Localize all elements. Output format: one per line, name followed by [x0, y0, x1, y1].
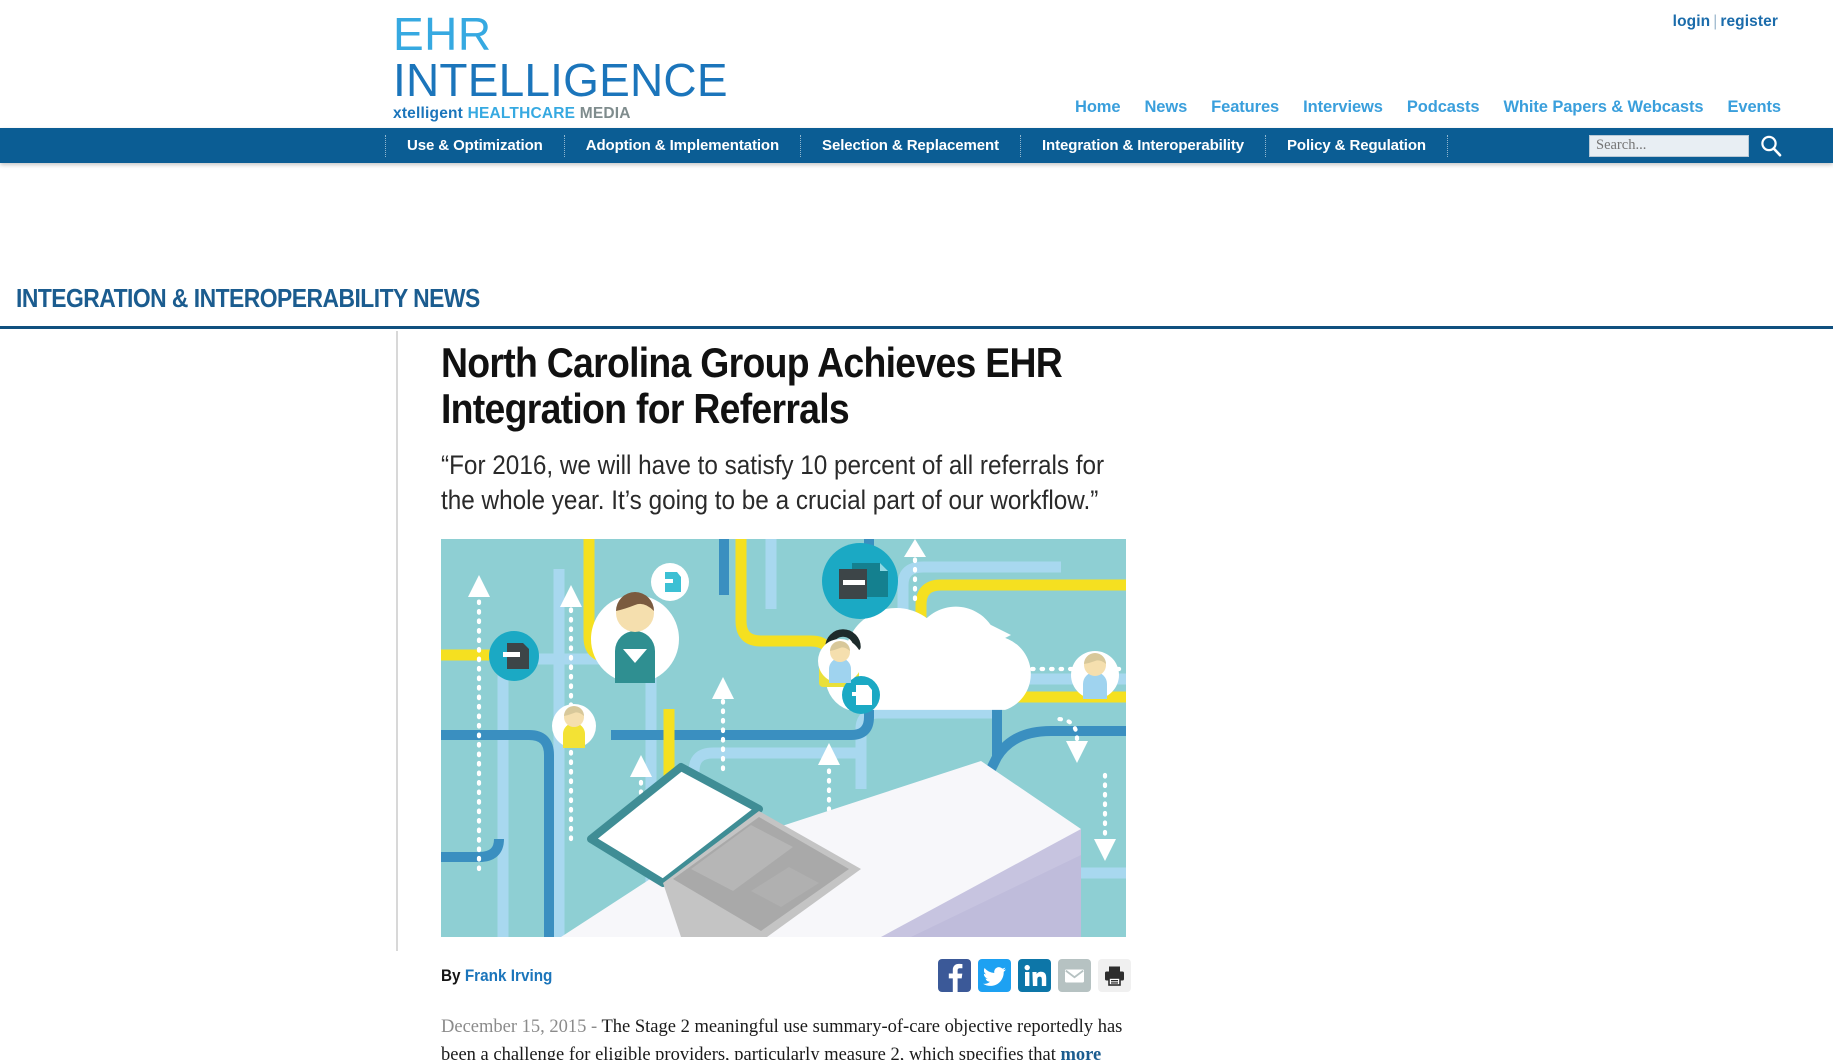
- site-header: EHR INTELLIGENCE xtelligent HEALTHCARE M…: [0, 0, 1833, 128]
- article-date: December 15, 2015: [441, 1016, 587, 1037]
- facebook-icon: [948, 963, 963, 992]
- twitter-icon: [983, 967, 1006, 986]
- register-link[interactable]: register: [1720, 13, 1778, 30]
- mainnav-item-selection-replacement[interactable]: Selection & Replacement: [801, 134, 1021, 157]
- search-icon[interactable]: [1759, 134, 1783, 158]
- logo-tagline-media: MEDIA: [579, 104, 631, 122]
- avatar-small-right: [1071, 650, 1119, 699]
- linkedin-icon: [1024, 964, 1047, 986]
- logo-tagline-healthcare: HEALTHCARE: [467, 104, 576, 122]
- print-icon: [1105, 966, 1124, 986]
- article-headline: North Carolina Group Achieves EHR Integr…: [441, 339, 1063, 433]
- share-facebook-button[interactable]: [938, 958, 971, 992]
- section-divider-rule: [0, 326, 1833, 329]
- hero-illustration: [441, 538, 1126, 937]
- page-root: EHR INTELLIGENCE xtelligent HEALTHCARE M…: [0, 0, 1833, 1060]
- share-print-button[interactable]: [1098, 958, 1131, 992]
- utility-separator: |: [1713, 13, 1718, 30]
- search-input[interactable]: [1589, 134, 1749, 157]
- topnav-item-home[interactable]: Home: [1063, 98, 1132, 117]
- article-hero-image: [441, 538, 1126, 937]
- content-column-divider: [396, 331, 398, 951]
- share-buttons: [938, 958, 1131, 992]
- byline-and-share-row: By Frank Irving: [441, 958, 1131, 993]
- topnav-item-features[interactable]: Features: [1199, 98, 1291, 117]
- topnav-item-white-papers[interactable]: White Papers & Webcasts: [1491, 98, 1715, 117]
- mainnav-item-integration-interoperability[interactable]: Integration & Interoperability: [1021, 134, 1267, 157]
- document-circle-icon-left: [489, 630, 539, 681]
- main-navigation-bar: Use & Optimization Adoption & Implementa…: [0, 128, 1833, 163]
- logo-line-ehr: EHR: [393, 8, 492, 60]
- share-linkedin-button[interactable]: [1018, 958, 1051, 992]
- topnav-item-events[interactable]: Events: [1715, 98, 1781, 117]
- byline: By Frank Irving: [441, 966, 552, 986]
- login-link[interactable]: login: [1673, 13, 1711, 30]
- topnav-item-news[interactable]: News: [1132, 98, 1199, 117]
- logo-tagline: xtelligent HEALTHCARE MEDIA: [393, 104, 703, 122]
- mainnav-item-policy-regulation[interactable]: Policy & Regulation: [1266, 134, 1448, 157]
- logo-line-intelligence: INTELLIGENCE: [393, 53, 728, 106]
- byline-prefix: By: [441, 965, 461, 985]
- article: North Carolina Group Achieves EHR Integr…: [441, 339, 1131, 1060]
- utility-links: login | register: [1673, 13, 1778, 31]
- logo-tagline-xtelligent: xtelligent: [393, 104, 464, 122]
- avatar-small-yellow: [552, 703, 596, 748]
- author-link[interactable]: Frank Irving: [465, 966, 553, 985]
- email-icon: [1065, 969, 1084, 983]
- top-navigation: Home News Features Interviews Podcasts W…: [1063, 98, 1781, 117]
- share-twitter-button[interactable]: [978, 958, 1011, 992]
- section-title: INTEGRATION & INTEROPERABILITY NEWS: [16, 283, 480, 313]
- topnav-item-podcasts[interactable]: Podcasts: [1395, 98, 1492, 117]
- topnav-item-interviews[interactable]: Interviews: [1291, 98, 1395, 117]
- avatar-small-blue: [818, 638, 862, 683]
- document-circle-icon-top: [651, 562, 689, 601]
- site-logo[interactable]: EHR INTELLIGENCE xtelligent HEALTHCARE M…: [393, 8, 728, 122]
- article-subheadline: “For 2016, we will have to satisfy 10 pe…: [441, 450, 1105, 515]
- search-area: [1589, 134, 1785, 158]
- date-separator: -: [586, 1016, 602, 1037]
- documents-circle-icon: [822, 542, 898, 619]
- share-email-button[interactable]: [1058, 958, 1091, 992]
- mainnav-item-use-optimization[interactable]: Use & Optimization: [385, 134, 565, 157]
- article-body: December 15, 2015 - The Stage 2 meaningf…: [441, 1013, 1131, 1060]
- mainnav-item-adoption-implementation[interactable]: Adoption & Implementation: [565, 134, 802, 157]
